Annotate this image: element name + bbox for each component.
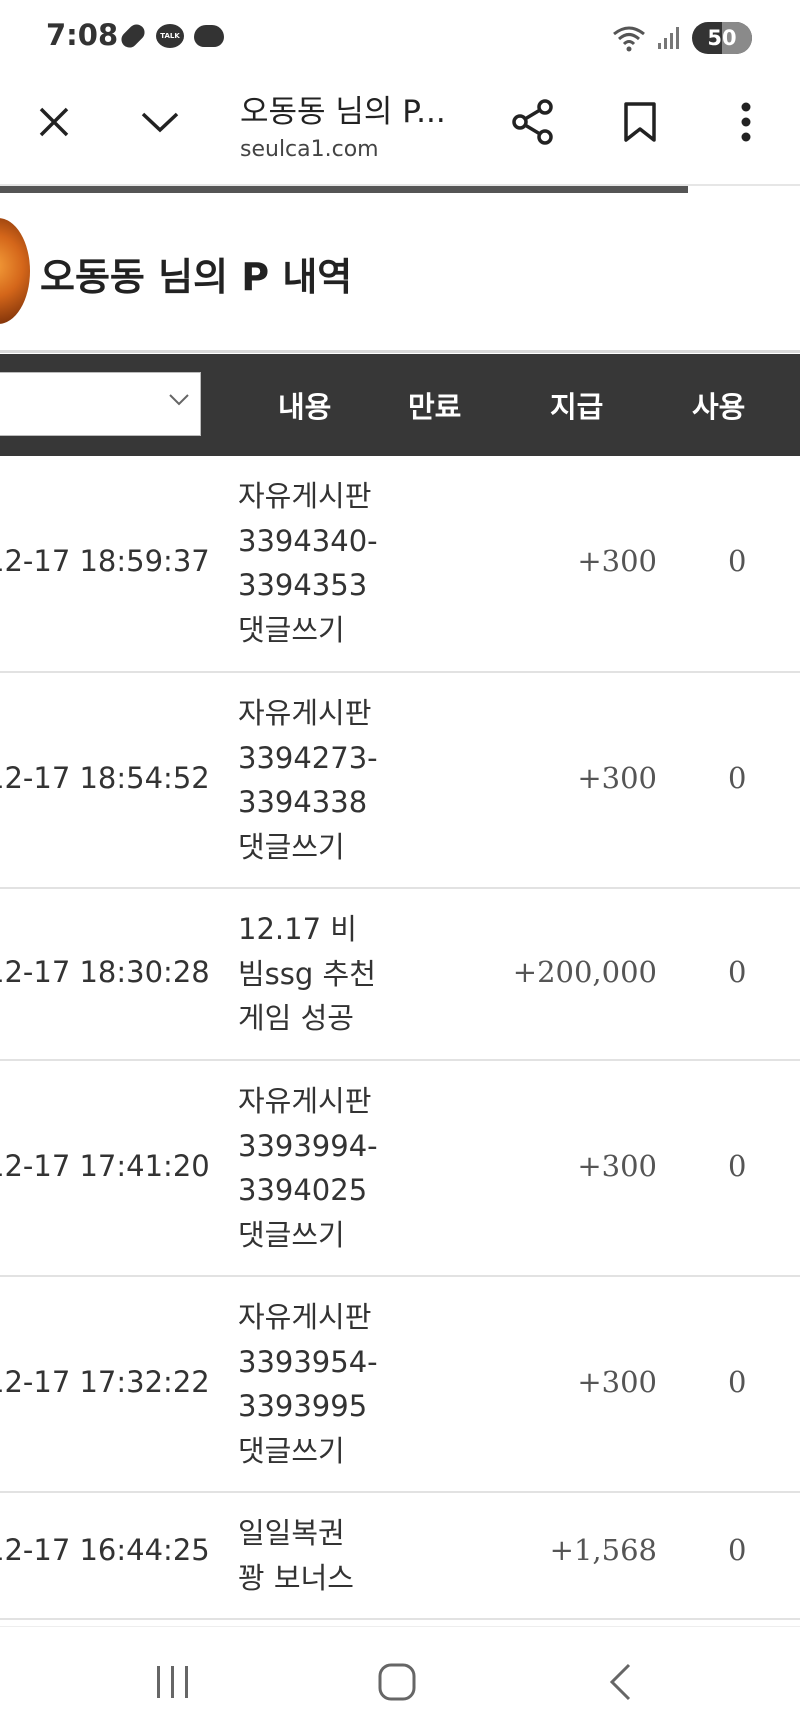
more-vertical-icon <box>741 102 751 142</box>
close-button[interactable] <box>24 92 84 152</box>
column-header-use: 사용 <box>692 390 746 424</box>
back-icon <box>609 1663 631 1701</box>
close-icon <box>39 107 69 137</box>
pill-icon <box>118 21 148 51</box>
recents-icon <box>157 1666 188 1698</box>
filter-select[interactable] <box>0 372 201 436</box>
battery-indicator: 50 <box>692 22 752 54</box>
row-use: 0 <box>728 544 747 578</box>
row-content: 자유게시판 3394340- 3394353 댓글쓰기 <box>238 479 378 647</box>
recents-button[interactable] <box>148 1657 198 1707</box>
bookmark-icon <box>624 102 656 142</box>
cloud-icon <box>194 25 224 47</box>
table-header: 내용 만료 지급 사용 <box>0 354 800 456</box>
row-date: 12-17 17:32:22 <box>0 1365 210 1399</box>
row-content: 자유게시판 3393954- 3393995 댓글쓰기 <box>238 1300 378 1468</box>
share-button[interactable] <box>503 92 563 152</box>
home-icon <box>378 1663 416 1701</box>
table-row: 12-17 18:30:28 12.17 비 빔ssg 추천 게임 성공 +20… <box>0 889 800 1061</box>
page-title-block[interactable]: 오동동 님의 P... seulca1.com <box>240 86 490 162</box>
system-nav-bar <box>0 1626 800 1735</box>
battery-level: 50 <box>707 26 737 50</box>
wifi-icon <box>613 26 645 52</box>
row-use: 0 <box>728 1533 747 1567</box>
notification-icons: TALK <box>118 21 224 51</box>
status-bar: 7:08 TALK 50 <box>0 0 800 76</box>
page-load-progress <box>0 186 688 193</box>
row-content: 자유게시판 3394273- 3394338 댓글쓰기 <box>238 696 378 864</box>
row-give: +300 <box>577 544 657 578</box>
row-content: 자유게시판 3393994- 3394025 댓글쓰기 <box>238 1084 378 1252</box>
row-content: 12.17 비 빔ssg 추천 게임 성공 <box>238 912 376 1035</box>
row-date: 12-17 18:54:52 <box>0 761 210 795</box>
row-give: +200,000 <box>512 955 657 989</box>
table-row: 12-17 16:44:25 일일복권 꽝 보너스 +1,568 0 <box>0 1493 800 1620</box>
row-give: +300 <box>577 761 657 795</box>
browser-toolbar: 오동동 님의 P... seulca1.com <box>0 76 800 184</box>
row-date: 12-17 18:59:37 <box>0 544 210 578</box>
more-menu-button[interactable] <box>716 92 776 152</box>
chevron-down-icon <box>141 112 179 133</box>
status-time: 7:08 <box>46 18 119 52</box>
home-button[interactable] <box>372 1657 422 1707</box>
row-use: 0 <box>728 761 747 795</box>
row-date: 12-17 18:30:28 <box>0 955 210 989</box>
row-use: 0 <box>728 1149 747 1183</box>
column-header-give: 지급 <box>550 390 604 424</box>
page-title: 오동동 님의 P 내역 <box>40 255 353 299</box>
column-header-content: 내용 <box>278 390 332 424</box>
browser-url: seulca1.com <box>240 137 379 162</box>
bookmark-button[interactable] <box>610 92 670 152</box>
back-button[interactable] <box>596 1657 646 1707</box>
row-give: +300 <box>577 1365 657 1399</box>
browser-page-title: 오동동 님의 P... <box>240 94 446 130</box>
signal-icon <box>658 27 679 49</box>
avatar <box>0 218 30 324</box>
system-icons: 50 <box>612 22 752 54</box>
divider <box>0 350 800 353</box>
row-give: +1,568 <box>549 1533 657 1567</box>
table-row: 12-17 18:59:37 자유게시판 3394340- 3394353 댓글… <box>0 456 800 673</box>
profile-header: 오동동 님의 P 내역 <box>0 198 800 350</box>
kakaotalk-icon: TALK <box>156 24 184 48</box>
table-row: 12-17 17:41:20 자유게시판 3393994- 3394025 댓글… <box>0 1061 800 1277</box>
row-give: +300 <box>577 1149 657 1183</box>
collapse-button[interactable] <box>130 92 190 152</box>
table-row: 12-17 17:32:22 자유게시판 3393954- 3393995 댓글… <box>0 1277 800 1493</box>
table-row: 12-17 18:54:52 자유게시판 3394273- 3394338 댓글… <box>0 673 800 889</box>
talk-badge-text: TALK <box>160 32 180 40</box>
row-use: 0 <box>728 955 747 989</box>
row-content: 일일복권 꽝 보너스 <box>238 1516 354 1595</box>
chevron-down-icon <box>169 394 189 406</box>
column-header-expire: 만료 <box>408 390 462 424</box>
row-date: 12-17 17:41:20 <box>0 1149 210 1183</box>
row-date: 12-17 16:44:25 <box>0 1533 210 1567</box>
share-icon <box>512 99 553 145</box>
row-use: 0 <box>728 1365 747 1399</box>
